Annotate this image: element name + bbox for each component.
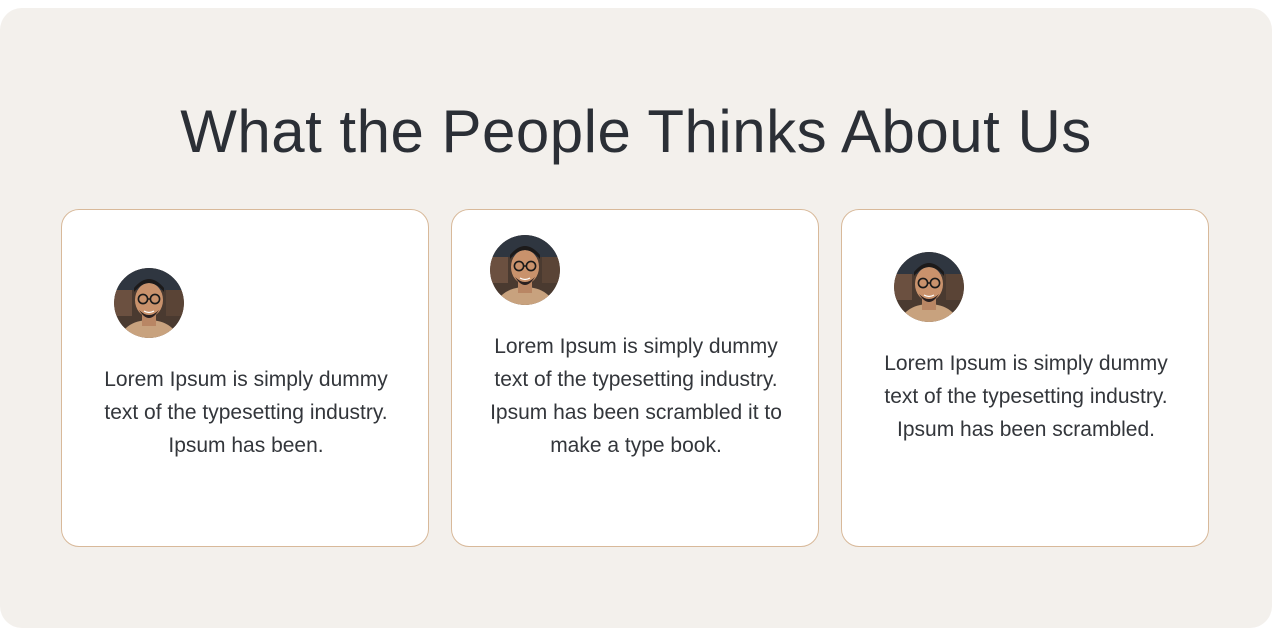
person-photo-icon <box>490 235 560 305</box>
testimonial-text: Lorem Ipsum is simply dummy text of the … <box>884 352 1168 441</box>
avatar <box>894 252 964 322</box>
testimonials-section: What the People Thinks About Us Lorem Ip… <box>0 8 1272 628</box>
section-title: What the People Thinks About Us <box>180 98 1092 165</box>
testimonial-card: Lorem Ipsum is simply dummy text of the … <box>61 209 429 547</box>
testimonial-card: Lorem Ipsum is simply dummy text of the … <box>841 209 1209 547</box>
testimonial-card: Lorem Ipsum is simply dummy text of the … <box>451 209 819 547</box>
testimonial-text: Lorem Ipsum is simply dummy text of the … <box>490 335 782 457</box>
avatar <box>114 268 184 338</box>
person-photo-icon <box>114 268 184 338</box>
person-photo-icon <box>894 252 964 322</box>
testimonial-text: Lorem Ipsum is simply dummy text of the … <box>104 368 388 457</box>
avatar <box>490 235 560 305</box>
